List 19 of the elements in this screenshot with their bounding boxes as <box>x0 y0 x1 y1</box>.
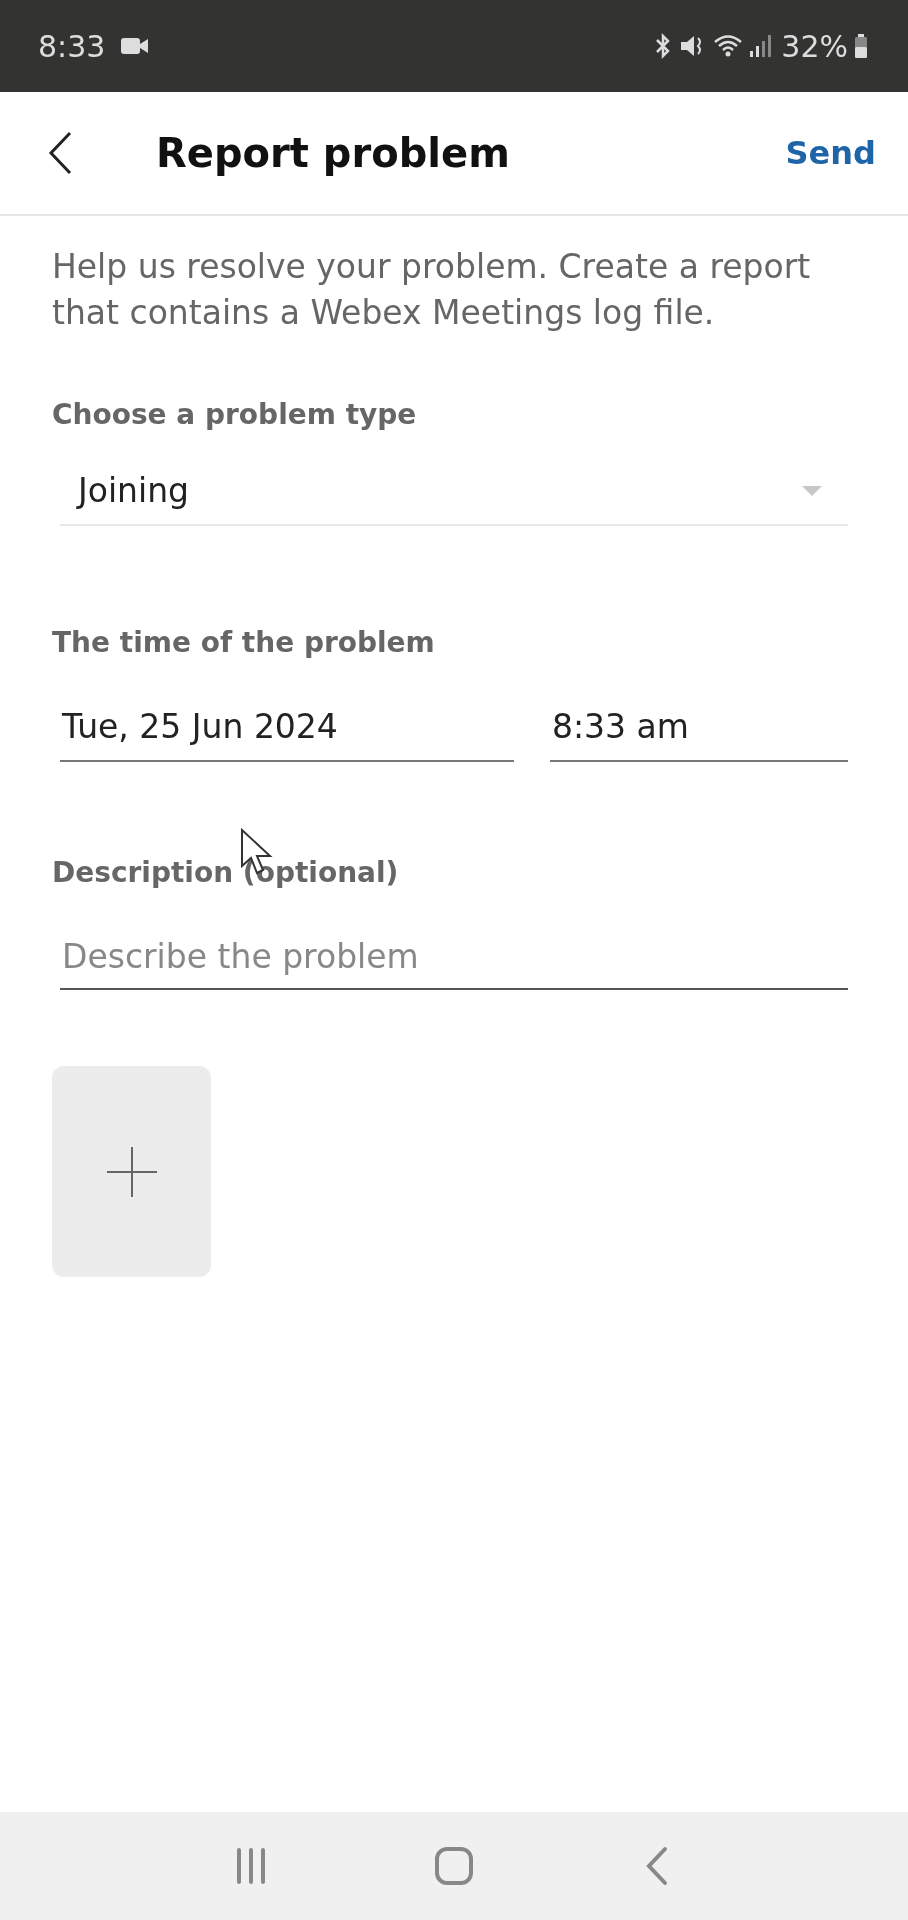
date-field[interactable]: Tue, 25 Jun 2024 <box>60 707 514 762</box>
wifi-icon <box>713 33 744 59</box>
plus-icon <box>106 1146 157 1197</box>
battery-icon <box>854 33 868 59</box>
description-field[interactable]: Describe the problem <box>60 937 848 990</box>
page-title: Report problem <box>156 130 510 176</box>
problem-type-dropdown[interactable]: Joining <box>60 471 848 526</box>
time-field[interactable]: 8:33 am <box>550 707 848 762</box>
field-label: Description (optional) <box>52 856 400 889</box>
field-label: Choose a problem type <box>52 398 418 431</box>
intro-text: Help us resolve your problem. Create a report that contains a Webex Meetings log file. <box>52 246 812 334</box>
video-camera-icon <box>121 36 150 56</box>
battery-percent: 32% <box>781 28 848 64</box>
home-icon[interactable] <box>434 1846 474 1886</box>
send-button[interactable]: Send <box>781 130 880 176</box>
status-time: 8:33 <box>38 28 106 64</box>
signal-icon <box>749 33 772 59</box>
dropdown-arrow-icon <box>802 485 822 496</box>
field-label: The time of the problem <box>52 626 436 659</box>
